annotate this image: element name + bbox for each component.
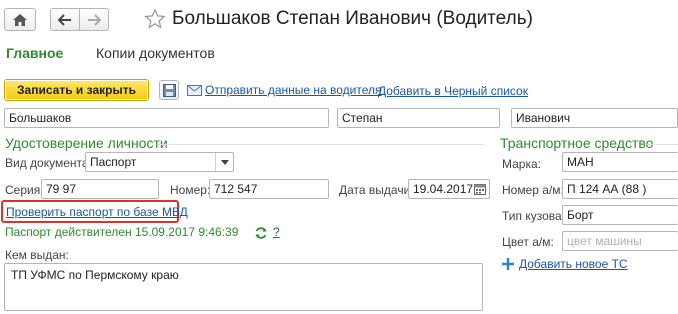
plate-field[interactable]: П 124 АА (88 ) <box>562 179 678 199</box>
series-label: Серия: <box>5 183 44 197</box>
plus-icon <box>502 258 514 270</box>
issue-date-label: Дата выдачи: <box>339 183 414 197</box>
middle-name-field[interactable]: Иванович <box>511 108 678 128</box>
check-passport-link[interactable]: Проверить паспорт по базе МВД <box>6 205 188 219</box>
vehicle-section-title: Транспортное средство <box>500 135 654 151</box>
send-driver-data[interactable]: Отправить данные на водителя <box>187 83 382 97</box>
number-field[interactable]: 712 547 <box>209 179 329 199</box>
doc-type-dropdown-button[interactable] <box>215 153 233 171</box>
doc-type-select[interactable]: Паспорт <box>85 152 234 172</box>
color-label: Цвет а/м: <box>502 235 554 249</box>
vehicle-section-divider <box>647 144 678 145</box>
disk-icon <box>162 83 176 97</box>
chevron-down-icon <box>220 159 229 165</box>
plate-label: Номер а/м: <box>502 183 564 197</box>
add-blacklist-link[interactable]: Добавить в Черный список <box>378 84 528 98</box>
doc-type-label: Вид документа: <box>5 156 92 170</box>
issued-by-label: Кем выдан: <box>5 248 69 262</box>
back-arrow-icon <box>58 13 71 26</box>
refresh-icon <box>255 227 267 239</box>
forward-button[interactable] <box>79 8 109 31</box>
brand-label: Марка: <box>502 157 541 171</box>
issue-date-field[interactable]: 19.04.2017 <box>408 179 490 199</box>
calendar-button[interactable] <box>471 180 489 198</box>
color-field[interactable]: цвет машины <box>562 231 678 251</box>
star-icon <box>144 8 166 29</box>
last-name-field[interactable]: Большаков <box>4 108 329 128</box>
body-type-label: Тип кузова: <box>502 209 566 223</box>
save-and-close-button[interactable]: Записать и закрыть <box>4 79 149 101</box>
identity-section-divider <box>158 144 484 145</box>
calendar-icon <box>474 183 486 195</box>
save-button[interactable] <box>159 80 179 100</box>
doc-type-value: Паспорт <box>90 155 137 169</box>
send-driver-data-link[interactable]: Отправить данные на водителя <box>205 83 382 97</box>
body-type-field[interactable]: Борт <box>562 205 678 225</box>
forward-arrow-icon <box>88 13 101 26</box>
tab-document-copies[interactable]: Копии документов <box>96 45 215 61</box>
first-name-field[interactable]: Степан <box>337 108 500 128</box>
envelope-icon <box>187 84 202 96</box>
number-label: Номер: <box>170 183 211 197</box>
tab-main[interactable]: Главное <box>6 45 63 61</box>
add-vehicle[interactable]: Добавить новое ТС <box>502 257 628 271</box>
color-placeholder: цвет машины <box>567 234 642 248</box>
page-title: Большаков Степан Иванович (Водитель) <box>172 8 533 29</box>
favorite-button[interactable] <box>144 8 166 33</box>
identity-section-title: Удостоверение личности <box>5 135 168 151</box>
home-icon <box>13 13 27 26</box>
passport-status: Паспорт действителен 15.09.2017 9:46:39 <box>5 225 239 239</box>
issue-date-value: 19.04.2017 <box>413 182 474 196</box>
series-field[interactable]: 79 97 <box>41 179 159 199</box>
home-button[interactable] <box>4 8 36 31</box>
brand-field[interactable]: МАН <box>562 152 678 172</box>
refresh-button[interactable] <box>254 226 268 243</box>
help-link[interactable]: ? <box>273 225 280 239</box>
back-button[interactable] <box>50 8 80 31</box>
add-vehicle-link[interactable]: Добавить новое ТС <box>519 257 628 271</box>
issued-by-field[interactable]: ТП УФМС по Пермскому краю <box>4 263 483 311</box>
